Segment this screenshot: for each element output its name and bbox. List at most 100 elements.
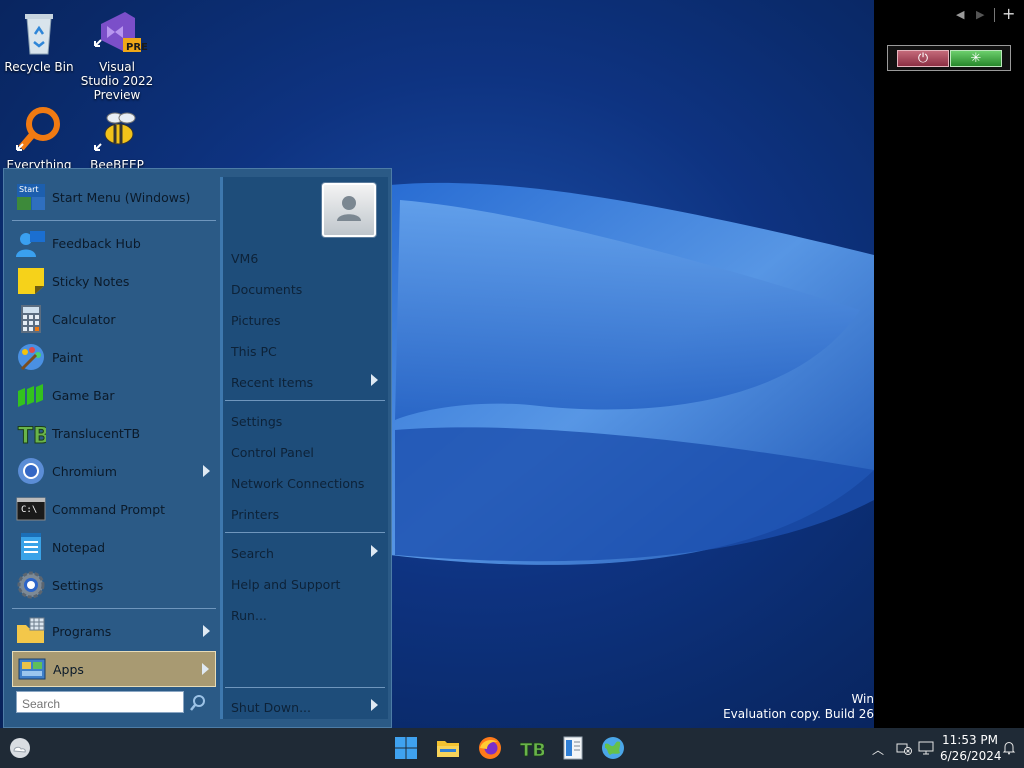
start-menu-item-command-prompt[interactable]: C:\ Command Prompt [12,492,216,526]
everything-desktop-icon[interactable]: Everything [2,106,76,172]
bee-icon [93,106,141,154]
right-item-vm6[interactable]: VM6 [231,251,258,266]
start-menu-item-translucenttb[interactable]: TB TranslucentTB [12,416,216,450]
restart-button[interactable]: ✳ [950,50,1002,67]
left-separator-top [12,220,216,221]
right-item-search[interactable]: Search [231,545,378,561]
visual-studio-icon: PRE [93,8,148,56]
svg-text:TB: TB [520,740,544,760]
start-menu-left-column: Start Start Menu (Windows) Feedback Hub … [12,177,216,719]
apps-icon [17,655,47,683]
start-menu-item-settings[interactable]: Settings [12,568,216,602]
right-item-shut-down[interactable]: Shut Down... [231,699,378,715]
item-label: Notepad [52,540,106,555]
right-item-this-pc[interactable]: This PC [231,344,277,359]
start-icon-text: Start [19,185,39,194]
panel-separator [994,8,995,22]
start-menu-item-calculator[interactable]: Calculator [12,302,216,336]
right-item-settings[interactable]: Settings [231,414,282,429]
right-item-control-panel[interactable]: Control Panel [231,445,314,460]
item-label: Programs [52,624,112,639]
right-item-printers[interactable]: Printers [231,507,279,522]
item-label: This PC [231,344,277,359]
taskbar-clock-time[interactable]: 11:53 PM [940,733,1000,747]
notepad-icon[interactable] [561,736,585,760]
notification-bell-icon[interactable] [1002,741,1016,758]
start-menu-item-programs[interactable]: Programs [12,614,216,648]
right-separator-1 [225,400,385,401]
cmd-icon-text: C:\ [21,505,38,515]
translucenttb-icon: TB [16,419,51,450]
recycle-bin-desktop-icon[interactable]: Recycle Bin [2,8,76,74]
globe-icon[interactable] [601,736,625,760]
item-label: Settings [231,414,283,429]
item-label: Paint [52,350,83,365]
right-item-run[interactable]: Run... [231,608,267,623]
start-menu-item-paint[interactable]: Paint [12,340,216,374]
item-label: Documents [231,282,303,297]
panel-add-button[interactable]: + [1002,4,1015,23]
submenu-arrow-icon [202,663,209,675]
visual-studio-desktop-icon[interactable]: PRE Visual Studio 2022 Preview [80,8,154,102]
item-label: Search [231,546,274,561]
notepad-icon [16,533,46,561]
item-label: Sticky Notes [52,274,130,289]
item-label: TranslucentTB [52,426,141,441]
windows-start-icon[interactable] [394,736,418,760]
submenu-arrow-icon [371,374,378,386]
right-item-recent-items[interactable]: Recent Items [231,374,378,390]
game-bar-icon [16,381,46,409]
submenu-arrow-icon [203,625,210,637]
start-menu-item-chromium[interactable]: Chromium [12,454,216,488]
right-item-network-connections[interactable]: Network Connections [231,476,364,491]
watermark-line2: Evaluation copy. Build 26 [723,707,874,721]
weather-widget-icon[interactable] [8,736,32,760]
item-label: Printers [231,507,280,522]
sticky-notes-icon [16,267,46,295]
right-separator-2 [225,532,385,533]
start-menu-item-notepad[interactable]: Notepad [12,530,216,564]
start-menu-icon: Start [16,183,46,211]
start-menu-item-feedback-hub[interactable]: Feedback Hub [12,226,216,260]
right-item-help-and-support[interactable]: Help and Support [231,577,340,592]
show-hidden-icons-chevron-icon[interactable]: ︿ [872,741,884,758]
power-off-button[interactable]: ⏻ [897,50,949,67]
item-label: Control Panel [231,445,314,460]
start-menu-item-sticky-notes[interactable]: Sticky Notes [12,264,216,298]
taskbar-clock-date[interactable]: 6/26/2024 [940,749,1002,763]
start-menu-search-input[interactable] [16,691,184,713]
item-label: Apps [53,662,84,677]
start-menu-item-apps[interactable]: Apps [12,651,216,687]
submenu-arrow-icon [203,465,210,477]
programs-folder-icon [16,617,46,645]
item-label: Calculator [52,312,116,327]
pre-badge: PRE [126,42,148,53]
translucenttb-icon[interactable]: TB [520,736,547,762]
item-label: Command Prompt [52,502,166,517]
side-panel [874,0,1024,728]
beebeep-desktop-icon[interactable]: BeeBEEP [80,106,154,172]
start-menu-right-column: VM6 Documents Pictures This PC Recent It… [220,177,388,719]
file-explorer-icon[interactable] [436,736,460,760]
start-menu-item-start-menu-windows[interactable]: Start Start Menu (Windows) [12,180,216,214]
start-menu-item-game-bar[interactable]: Game Bar [12,378,216,412]
panel-back-arrow-icon[interactable]: ◀ [956,8,964,21]
right-item-documents[interactable]: Documents [231,282,302,297]
taskbar: TB ︿ 11:53 PM 6/26/2024 [0,728,1024,768]
network-status-icon[interactable] [896,741,912,758]
panel-forward-arrow-icon[interactable]: ▶ [976,8,984,21]
restart-spinner-icon: ✳ [970,51,982,66]
svg-text:TB: TB [18,424,46,447]
desktop-icon-label: Recycle Bin [4,60,74,74]
item-label: Shut Down... [231,700,311,715]
watermark-line1: Win [851,692,874,706]
search-icon[interactable] [189,694,207,712]
right-item-pictures[interactable]: Pictures [231,313,281,328]
item-label: Start Menu (Windows) [52,190,191,205]
display-icon[interactable] [918,741,934,758]
user-avatar[interactable] [322,183,376,237]
item-label: VM6 [231,251,259,266]
item-label: Settings [52,578,104,593]
firefox-icon[interactable] [478,736,502,760]
item-label: Game Bar [52,388,115,403]
